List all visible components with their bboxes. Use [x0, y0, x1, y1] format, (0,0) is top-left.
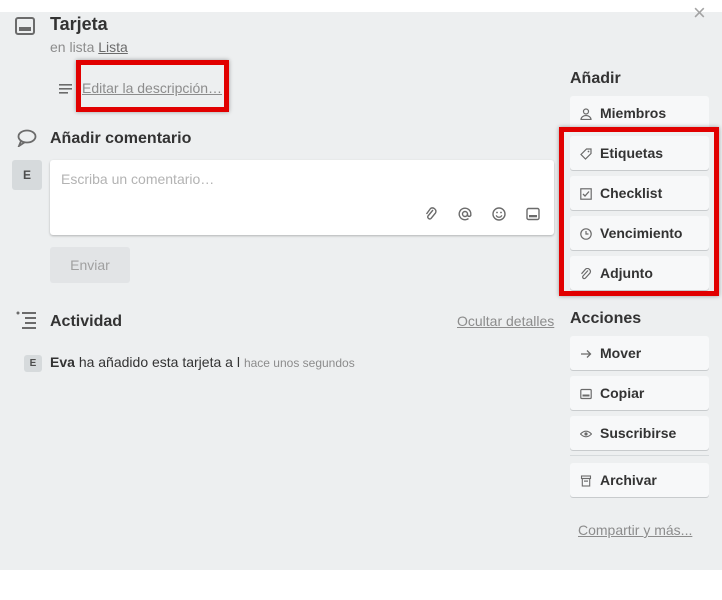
- in-list-prefix: en lista: [50, 39, 95, 55]
- labels-button[interactable]: Etiquetas: [570, 136, 709, 170]
- activity-avatar[interactable]: E: [24, 355, 42, 372]
- activity-user[interactable]: Eva: [50, 354, 75, 370]
- activity-time[interactable]: hace unos segundos: [244, 356, 355, 370]
- card-icon: [15, 17, 35, 35]
- due-date-label: Vencimiento: [600, 225, 683, 241]
- copy-button[interactable]: Copiar: [570, 376, 709, 410]
- paperclip-icon: [580, 267, 592, 283]
- eye-icon: [579, 427, 593, 443]
- attachment-label: Adjunto: [600, 265, 653, 281]
- checklist-label: Checklist: [600, 185, 663, 201]
- activity-text: ha añadido esta tarjeta a l: [78, 354, 240, 370]
- checklist-button[interactable]: Checklist: [570, 176, 709, 210]
- copy-icon: [580, 387, 592, 403]
- description-icon: [59, 83, 73, 95]
- card-title[interactable]: Tarjeta: [50, 14, 108, 35]
- archive-button[interactable]: Archivar: [570, 463, 709, 497]
- members-button[interactable]: Miembros: [570, 96, 709, 130]
- attachment-icon[interactable]: [425, 207, 437, 226]
- send-button[interactable]: Enviar: [50, 247, 130, 283]
- activity-title: Actividad: [50, 313, 123, 330]
- edit-description-link[interactable]: Editar la descripción…: [82, 80, 222, 96]
- archive-label: Archivar: [600, 472, 657, 488]
- close-icon[interactable]: ×: [693, 2, 706, 24]
- subscribe-button[interactable]: Suscribirse: [570, 416, 709, 450]
- add-comment-title: Añadir comentario: [50, 130, 192, 147]
- tag-icon: [580, 147, 592, 163]
- labels-label: Etiquetas: [600, 145, 664, 161]
- move-button[interactable]: Mover: [570, 336, 709, 370]
- actions-section-title: Acciones: [570, 310, 642, 327]
- comment-icon: [17, 129, 37, 147]
- attachment-button[interactable]: Adjunto: [570, 256, 709, 290]
- copy-label: Copiar: [600, 385, 645, 401]
- arrow-right-icon: [580, 347, 592, 363]
- card-detail-panel: Tarjeta en lista Lista × Editar la descr…: [0, 2, 722, 570]
- card-icon[interactable]: [526, 207, 540, 226]
- checkbox-icon: [580, 187, 592, 203]
- hide-details-link[interactable]: Ocultar detalles: [457, 313, 554, 329]
- mention-icon[interactable]: [458, 207, 472, 226]
- subscribe-label: Suscribirse: [600, 425, 677, 441]
- activity-item: Eva ha añadido esta tarjeta a l hace unos…: [50, 354, 355, 370]
- clock-icon: [580, 227, 592, 243]
- archive-icon: [580, 474, 592, 490]
- activity-icon: [16, 311, 38, 329]
- comment-input[interactable]: Escriba un comentario…: [50, 160, 554, 235]
- in-list-text: en lista Lista: [50, 39, 128, 55]
- move-label: Mover: [600, 345, 642, 361]
- due-date-button[interactable]: Vencimiento: [570, 216, 709, 250]
- comment-placeholder: Escriba un comentario…: [61, 171, 215, 187]
- sidebar-divider: [570, 455, 709, 456]
- share-more-link[interactable]: Compartir y más...: [578, 522, 692, 538]
- avatar[interactable]: E: [12, 160, 42, 190]
- person-icon: [580, 107, 592, 123]
- add-section-title: Añadir: [570, 70, 621, 87]
- list-link[interactable]: Lista: [98, 39, 128, 55]
- emoji-icon[interactable]: [492, 207, 506, 226]
- members-label: Miembros: [600, 105, 667, 121]
